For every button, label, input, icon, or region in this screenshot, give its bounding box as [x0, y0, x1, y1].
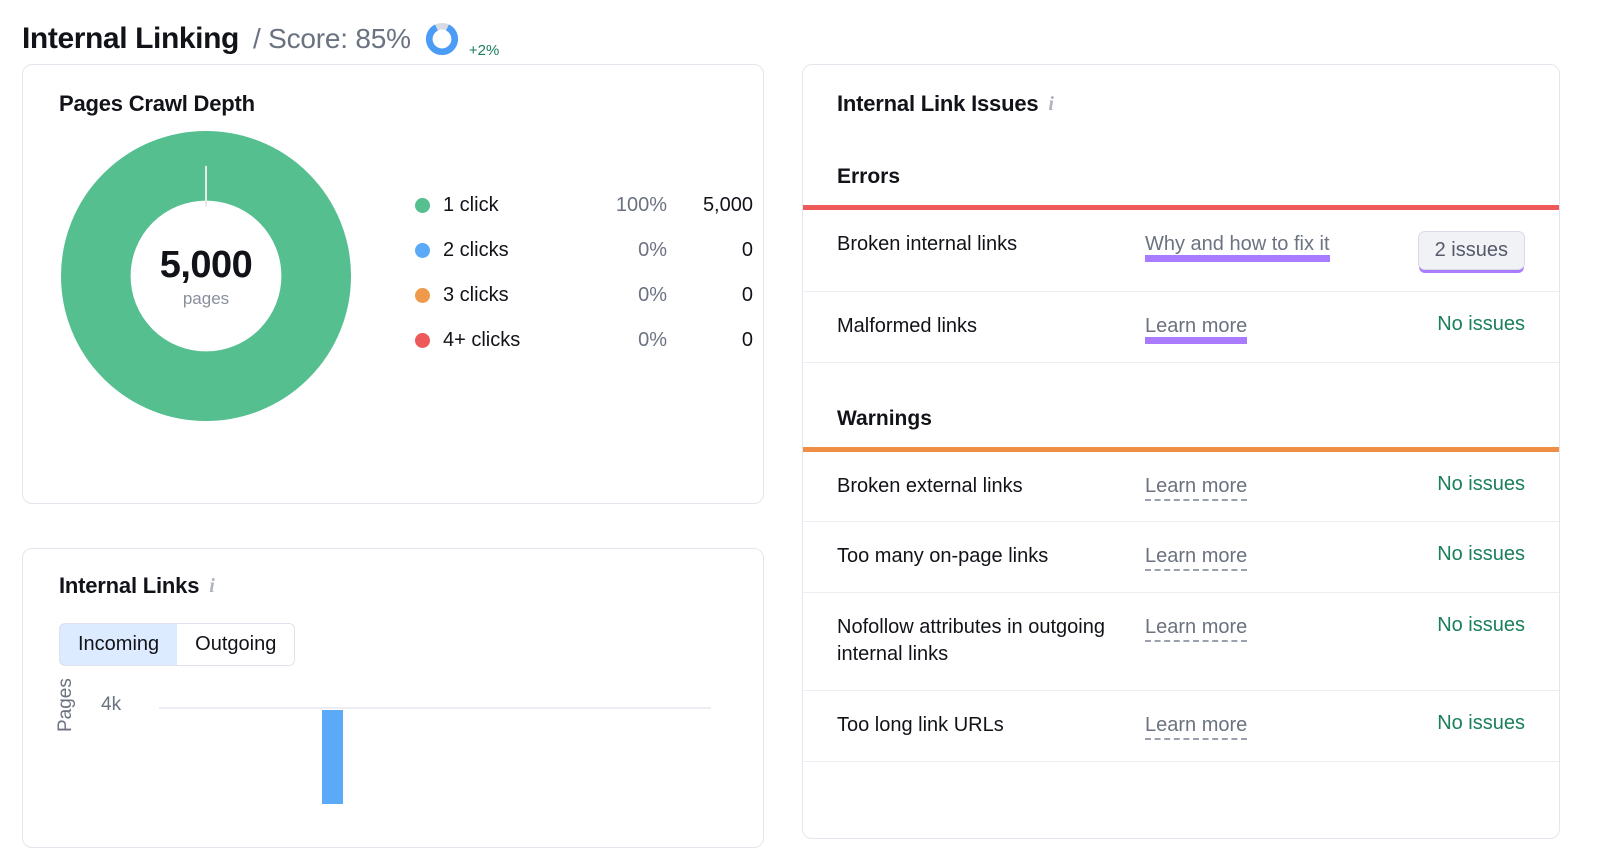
- table-row[interactable]: Too many on-page links Learn more No iss…: [803, 522, 1559, 593]
- issue-name: Too long link URLs: [837, 713, 1004, 736]
- issue-link-cell: Learn more: [1145, 614, 1415, 642]
- tab-incoming[interactable]: Incoming: [60, 624, 179, 665]
- crawl-depth-title-label: Pages Crawl Depth: [59, 91, 255, 116]
- internal-links-title: Internal Links i: [59, 573, 727, 599]
- issue-name: Nofollow attributes in outgoing internal…: [837, 615, 1105, 666]
- internal-link-issues-title: Internal Link Issues i: [803, 91, 1559, 117]
- issue-link-cell: Learn more: [1145, 313, 1415, 344]
- info-icon[interactable]: i: [209, 576, 215, 596]
- issue-link-cell: Learn more: [1145, 473, 1415, 501]
- table-row[interactable]: Broken external links Learn more No issu…: [803, 452, 1559, 523]
- issue-link-cell: Learn more: [1145, 712, 1415, 740]
- table-row[interactable]: Malformed links Learn more No issues: [803, 292, 1559, 363]
- crawl-depth-title: Pages Crawl Depth: [59, 91, 727, 117]
- internal-links-tab-group: Incoming Outgoing: [59, 623, 296, 666]
- table-row[interactable]: Broken internal links Why and how to fix…: [803, 210, 1559, 292]
- issue-status: No issues: [1437, 711, 1525, 734]
- tab-outgoing[interactable]: Outgoing: [177, 624, 295, 665]
- legend-item[interactable]: 1 click 100% 5,000: [415, 183, 753, 228]
- errors-section-heading: Errors: [837, 165, 901, 188]
- issue-help-link[interactable]: Learn more: [1145, 545, 1248, 572]
- issue-badge-cell: 2 issues: [1415, 231, 1525, 270]
- y-axis-tick: 4k: [101, 694, 122, 715]
- issue-help-link[interactable]: Why and how to fix it: [1145, 233, 1330, 262]
- issue-name: Malformed links: [837, 315, 978, 337]
- legend-label: 2 clicks: [443, 239, 509, 261]
- issues-title-label: Internal Link Issues: [837, 91, 1039, 116]
- issue-name: Broken external links: [837, 474, 1023, 497]
- legend-item[interactable]: 3 clicks 0% 0: [415, 273, 753, 318]
- content-area: Pages Crawl Depth 5,000 pages 1 click 10…: [0, 64, 1600, 848]
- legend-percent: 0%: [638, 284, 667, 306]
- grid-line: [159, 707, 711, 709]
- legend-label: 3 clicks: [443, 284, 509, 306]
- legend-label: 1 click: [443, 194, 499, 216]
- issue-link-cell: Why and how to fix it: [1145, 231, 1415, 262]
- issue-help-link[interactable]: Learn more: [1145, 315, 1248, 344]
- y-axis-label: Pages: [55, 678, 76, 732]
- page-title: Internal Linking: [22, 22, 239, 55]
- issue-help-link[interactable]: Learn more: [1145, 713, 1248, 740]
- warnings-section-heading: Warnings: [837, 406, 932, 430]
- score-delta: +2%: [468, 42, 500, 59]
- legend-item[interactable]: 2 clicks 0% 0: [415, 228, 753, 273]
- legend-item[interactable]: 4+ clicks 0% 0: [415, 318, 753, 363]
- right-column: Internal Link Issues i Errors Broken int…: [802, 64, 1560, 839]
- issue-count-badge[interactable]: 2 issues: [1417, 231, 1525, 270]
- table-row[interactable]: Too long link URLs Learn more No issues: [803, 691, 1559, 762]
- legend-color-swatch: [415, 243, 430, 258]
- legend-color-swatch: [415, 333, 430, 348]
- legend-value: 0: [741, 284, 753, 306]
- score-label: / Score: 85%: [252, 23, 411, 54]
- crawl-depth-legend: 1 click 100% 5,000 2 clicks 0% 0 3 click…: [415, 183, 753, 369]
- legend-label: 4+ clicks: [443, 329, 521, 351]
- info-icon[interactable]: i: [1048, 94, 1054, 114]
- issue-status: No issues: [1437, 313, 1525, 335]
- legend-color-swatch: [415, 198, 430, 213]
- internal-links-bar-chart[interactable]: Pages 4k: [55, 678, 727, 804]
- issue-name: Too many on-page links: [837, 545, 1049, 568]
- crawl-depth-donut-chart[interactable]: 5,000 pages: [61, 131, 351, 421]
- table-row[interactable]: Nofollow attributes in outgoing internal…: [803, 593, 1559, 691]
- page-header: Internal Linking / Score: 85% +2%: [0, 0, 1600, 64]
- internal-link-issues-card: Internal Link Issues i Errors Broken int…: [802, 64, 1560, 839]
- issue-link-cell: Learn more: [1145, 543, 1415, 572]
- issue-name: Broken internal links: [837, 233, 1018, 255]
- bar-incoming[interactable]: [322, 710, 343, 804]
- pages-crawl-depth-card: Pages Crawl Depth 5,000 pages 1 click 10…: [22, 64, 764, 504]
- issue-help-link[interactable]: Learn more: [1145, 474, 1248, 501]
- issue-status: No issues: [1437, 543, 1525, 566]
- legend-value: 5,000: [702, 194, 753, 216]
- legend-percent: 0%: [638, 329, 667, 351]
- issue-status: No issues: [1437, 472, 1525, 495]
- score-donut-icon: [425, 22, 459, 56]
- legend-percent: 0%: [638, 239, 667, 261]
- internal-links-card: Internal Links i Incoming Outgoing Pages…: [22, 548, 764, 848]
- internal-links-title-label: Internal Links: [59, 573, 200, 598]
- legend-color-swatch: [415, 288, 430, 303]
- issue-status: No issues: [1437, 613, 1525, 636]
- legend-value: 0: [741, 329, 753, 351]
- left-column: Pages Crawl Depth 5,000 pages 1 click 10…: [22, 64, 764, 848]
- issue-help-link[interactable]: Learn more: [1145, 615, 1248, 642]
- legend-value: 0: [741, 239, 753, 261]
- legend-percent: 100%: [615, 194, 667, 216]
- crawl-depth-body: 5,000 pages 1 click 100% 5,000 2 clicks: [59, 131, 753, 421]
